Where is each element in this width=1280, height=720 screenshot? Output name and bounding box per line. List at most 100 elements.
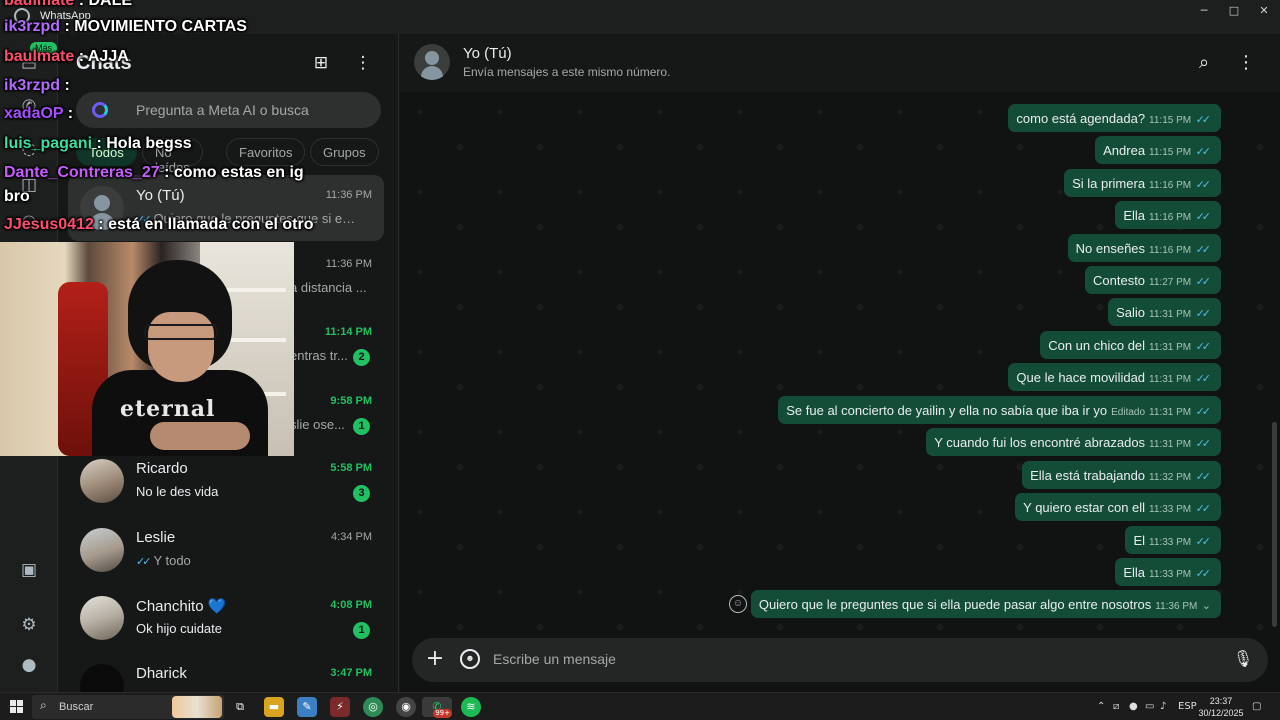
- filter-grupos[interactable]: Grupos: [310, 138, 379, 166]
- shirt-print: eternal: [120, 396, 216, 422]
- windows-start-icon[interactable]: [10, 700, 24, 714]
- message-input[interactable]: Escribe un mensaje: [493, 651, 616, 667]
- read-ticks-icon: ✓✓: [136, 555, 152, 568]
- new-chat-icon[interactable]: ⊞: [310, 52, 332, 74]
- avatar: [80, 459, 124, 503]
- chat-preview: Y todo: [153, 553, 191, 568]
- input-language[interactable]: ESP: [1178, 701, 1197, 712]
- spotify-icon[interactable]: ≋: [461, 697, 481, 717]
- tray-network-icon[interactable]: ▭: [1145, 701, 1154, 712]
- tray-mic-icon[interactable]: ●: [1129, 701, 1138, 712]
- stream-message: : como estas en ig: [159, 164, 304, 181]
- stream-username: Dante_Contreras_27: [4, 164, 160, 181]
- scrollbar[interactable]: [1272, 422, 1277, 627]
- taskbar-search-label: Buscar: [59, 701, 94, 713]
- whatsapp-badge: 99+: [433, 709, 452, 718]
- message-bubble[interactable]: Y quiero estar con ell 11:33 PM ✓✓: [1015, 493, 1221, 521]
- menu-dots-icon[interactable]: ⋮: [1235, 52, 1257, 74]
- message-bubble[interactable]: Salio 11:31 PM ✓✓: [1108, 298, 1221, 326]
- chat-time: 11:36 PM: [325, 189, 372, 201]
- settings-icon[interactable]: ⚙: [18, 614, 40, 636]
- chat-item-dharick[interactable]: Dharick 3:47 PM: [68, 653, 384, 692]
- attach-plus-icon[interactable]: +: [424, 648, 446, 670]
- message-bubble[interactable]: Contesto 11:27 PM ✓✓: [1085, 266, 1221, 294]
- unread-badge: 1: [353, 418, 370, 435]
- taskbar-search[interactable]: ⌕ Buscar: [32, 695, 224, 719]
- message-bubble[interactable]: como está agendada? 11:15 PM ✓✓: [1008, 104, 1221, 132]
- stream-message: : AJJA: [74, 48, 129, 65]
- close-button[interactable]: ✕: [1251, 4, 1277, 18]
- tray-volume-icon[interactable]: ♪: [1160, 701, 1166, 712]
- chat-time: 5:58 PM: [330, 462, 372, 474]
- chat-time: 9:58 PM: [330, 395, 372, 407]
- react-emoji-icon[interactable]: ☺: [729, 595, 747, 613]
- chat-preview: Ok hijo cuidate: [136, 621, 222, 636]
- stream-chat-overlay: baulmate : DALE ik3rzpd : MOVIMIENTO CAR…: [0, 0, 313, 240]
- conversation-pane: Yo (Tú) Envía mensajes a este mismo núme…: [400, 34, 1280, 692]
- chevron-down-icon[interactable]: ⌄: [1202, 599, 1211, 612]
- chat-time: 11:36 PM: [325, 258, 372, 270]
- stream-username: baulmate: [4, 0, 75, 9]
- file-explorer-icon[interactable]: ▬: [264, 697, 284, 717]
- message-bubble[interactable]: Ella está trabajando 11:32 PM ✓✓: [1022, 461, 1221, 489]
- windows-taskbar: ⌕ Buscar ⧉ ▬ ✎ ⚡ ◎ ◉ ✆ 99+ ≋ ⌃ ⧄ ● ▭ ♪ ES…: [0, 692, 1280, 720]
- message-bubble[interactable]: Ella 11:16 PM ✓✓: [1115, 201, 1221, 229]
- message-bubble[interactable]: Y cuando fui los encontré abrazados 11:31…: [926, 428, 1221, 456]
- chat-preview: No le des vida: [136, 484, 219, 499]
- profile-icon[interactable]: ●: [18, 654, 40, 676]
- chat-item-ricardo[interactable]: Ricardo 5:58 PM No le des vida 3: [68, 448, 384, 514]
- microphone-icon[interactable]: 🎙: [1232, 648, 1254, 670]
- chat-time: 4:34 PM: [331, 531, 372, 543]
- contact-avatar[interactable]: [414, 44, 450, 80]
- stream-username: xadaOP: [4, 105, 64, 122]
- search-icon: ⌕: [40, 698, 47, 712]
- stream-message: : Hola begss: [92, 135, 192, 152]
- task-view-icon[interactable]: ⧉: [230, 697, 250, 717]
- menu-dots-icon[interactable]: ⋮: [352, 52, 374, 74]
- tray-app-icon[interactable]: ⧄: [1113, 701, 1119, 712]
- message-bubble[interactable]: Si la primera 11:16 PM ✓✓: [1064, 169, 1221, 197]
- message-bubble[interactable]: Con un chico del 11:31 PM ✓✓: [1040, 331, 1221, 359]
- message-bubble[interactable]: Quiero que le preguntes que si ella pued…: [750, 590, 1221, 618]
- obs-icon[interactable]: ◉: [396, 697, 416, 717]
- message-bubble[interactable]: No enseñes 11:16 PM ✓✓: [1067, 234, 1221, 262]
- chrome-icon[interactable]: ◎: [363, 697, 383, 717]
- stream-message: : DALE: [74, 0, 133, 9]
- chat-preview: a distancia ...: [290, 280, 367, 295]
- minimize-button[interactable]: ─: [1191, 4, 1217, 18]
- maximize-button[interactable]: □: [1221, 4, 1247, 18]
- sticker-icon[interactable]: ☻: [460, 649, 480, 669]
- unread-badge: 1: [353, 622, 370, 639]
- whatsapp-taskbar-icon[interactable]: ✆ 99+: [422, 697, 452, 718]
- message-bubble[interactable]: Andrea 11:15 PM ✓✓: [1095, 136, 1221, 164]
- message-bubble[interactable]: El 11:33 PM ✓✓: [1125, 526, 1221, 554]
- message-bubble[interactable]: Que le hace movilidad 11:31 PM ✓✓: [1008, 363, 1221, 391]
- stream-username: ik3rzpd: [4, 18, 61, 35]
- conversation-header[interactable]: Yo (Tú) Envía mensajes a este mismo núme…: [400, 34, 1280, 92]
- notepad-icon[interactable]: ✎: [297, 697, 317, 717]
- whatsapp-window: WhatsApp ─ □ ✕ Más ▭ ✆ ◌ ◫ ⚇ ▣ ⚙ ● Chats…: [0, 0, 1280, 692]
- tray-chevron-icon[interactable]: ⌃: [1097, 701, 1105, 712]
- search-icon[interactable]: ⌕: [1193, 52, 1215, 74]
- message-bubble[interactable]: Se fue al concierto de yailin y ella no …: [778, 396, 1221, 424]
- stream-message: : MOVIMIENTO CARTAS: [60, 18, 247, 35]
- media-gallery-icon[interactable]: ▣: [18, 559, 40, 581]
- chat-item-leslie[interactable]: Leslie 4:34 PM ✓✓ Y todo: [68, 517, 384, 583]
- contact-name: Yo (Tú): [463, 45, 512, 62]
- contact-subtitle: Envía mensajes a este mismo número.: [463, 65, 671, 79]
- system-clock[interactable]: 23:37 30/12/2025: [1198, 695, 1244, 719]
- stream-message: :: [63, 105, 74, 122]
- chat-item-chanchito[interactable]: Chanchito 💙 4:08 PM Ok hijo cuidate 1: [68, 585, 384, 651]
- chat-name: Dharick: [136, 665, 187, 682]
- app-icon[interactable]: ⚡: [330, 697, 350, 717]
- avatar: [80, 664, 124, 692]
- chat-name: Leslie: [136, 529, 176, 546]
- stream-username: ik3rzpd: [4, 77, 61, 94]
- notifications-icon[interactable]: ▢: [1252, 701, 1261, 712]
- chat-time: 4:08 PM: [330, 599, 372, 611]
- chat-time: 11:14 PM: [324, 326, 372, 338]
- message-bubble[interactable]: Ella 11:33 PM ✓✓: [1115, 558, 1221, 586]
- chat-preview: entras tr...: [290, 348, 348, 363]
- avatar: [80, 528, 124, 572]
- stream-username: luis_pagani: [4, 135, 93, 152]
